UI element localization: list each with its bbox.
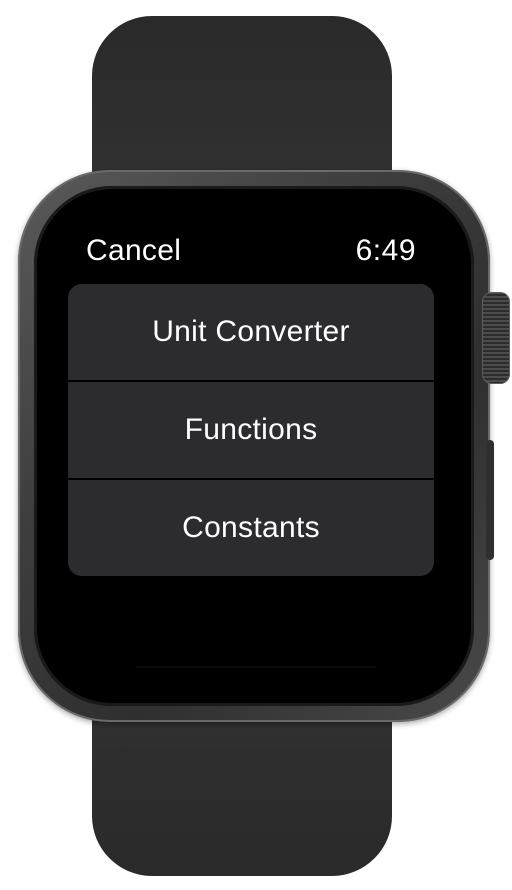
screen-bottom-edge: [136, 666, 376, 668]
cancel-button[interactable]: Cancel: [86, 234, 181, 268]
clock-time: 6:49: [355, 234, 416, 267]
side-button[interactable]: [486, 440, 494, 560]
unit-converter-button[interactable]: Unit Converter: [68, 284, 434, 380]
functions-button[interactable]: Functions: [68, 382, 434, 478]
status-bar: Cancel 6:49: [86, 230, 416, 274]
options-menu: Unit Converter Functions Constants: [68, 284, 434, 576]
constants-button[interactable]: Constants: [68, 480, 434, 576]
apple-watch-mockup: Cancel 6:49 Unit Converter Functions Con…: [0, 0, 512, 890]
digital-crown[interactable]: [482, 292, 510, 384]
